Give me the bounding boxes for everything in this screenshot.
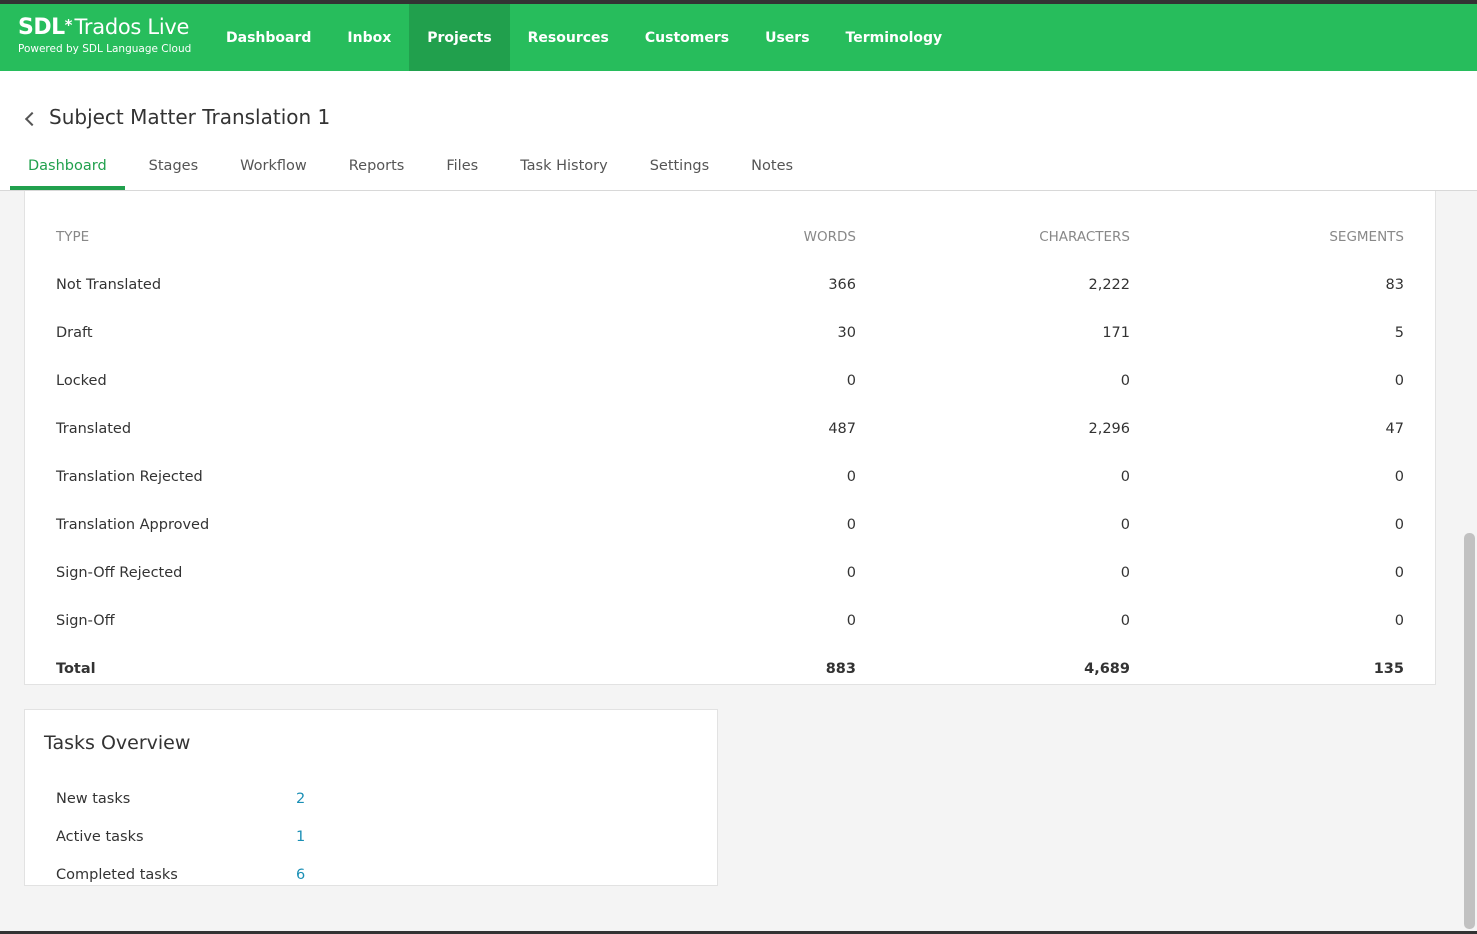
cell-type: Draft <box>56 325 93 341</box>
table-row: Locked 0 0 0 <box>25 357 1437 405</box>
task-count-active: Active tasks 1 <box>56 817 456 855</box>
tab-workflow[interactable]: Workflow <box>222 155 325 190</box>
nav-terminology[interactable]: Terminology <box>828 4 961 71</box>
tasks-overview-card: Tasks Overview New tasks 2 Active tasks … <box>24 709 718 886</box>
cell-words: 0 <box>846 565 856 581</box>
cell-segments: 0 <box>1394 565 1404 581</box>
statistics-table: TYPE WORDS CHARACTERS SEGMENTS Not Trans… <box>24 191 1436 685</box>
logo-wordmark: SDL*Trados Live <box>18 14 191 41</box>
tab-notes[interactable]: Notes <box>733 155 811 190</box>
task-label: Active tasks <box>56 829 144 845</box>
cell-segments: 5 <box>1394 325 1404 341</box>
total-words: 883 <box>825 661 856 677</box>
task-count-new: New tasks 2 <box>56 779 456 817</box>
total-segments: 135 <box>1373 661 1404 677</box>
tasks-overview-title: Tasks Overview <box>44 732 191 754</box>
cell-words: 366 <box>828 277 856 293</box>
table-total-row: Total 883 4,689 135 <box>25 645 1437 693</box>
column-header-type: TYPE <box>56 229 90 245</box>
cell-segments: 0 <box>1394 373 1404 389</box>
cell-characters: 2,296 <box>1088 421 1130 437</box>
cell-type: Sign-Off <box>56 613 115 629</box>
cell-segments: 47 <box>1385 421 1404 437</box>
cell-characters: 171 <box>1102 325 1130 341</box>
project-tabs: Dashboard Stages Workflow Reports Files … <box>10 155 817 191</box>
logo-star-icon: * <box>64 16 73 34</box>
total-label: Total <box>56 661 96 677</box>
sdl-trados-live-logo[interactable]: SDL*Trados Live Powered by SDL Language … <box>18 14 191 56</box>
top-navigation-bar: SDL*Trados Live Powered by SDL Language … <box>0 4 1477 71</box>
nav-inbox[interactable]: Inbox <box>329 4 409 71</box>
cell-type: Sign-Off Rejected <box>56 565 183 581</box>
task-label: Completed tasks <box>56 867 178 883</box>
nav-dashboard[interactable]: Dashboard <box>208 4 329 71</box>
table-row: Draft 30 171 5 <box>25 309 1437 357</box>
back-chevron-icon[interactable] <box>22 108 40 130</box>
nav-customers[interactable]: Customers <box>627 4 747 71</box>
cell-characters: 0 <box>1120 565 1130 581</box>
table-row: Sign-Off 0 0 0 <box>25 597 1437 645</box>
table-row: Translation Rejected 0 0 0 <box>25 453 1437 501</box>
tab-files[interactable]: Files <box>428 155 496 190</box>
cell-type: Translation Rejected <box>56 469 203 485</box>
page-title: Subject Matter Translation 1 <box>49 105 331 129</box>
main-nav: Dashboard Inbox Projects Resources Custo… <box>208 4 960 71</box>
table-header-row: TYPE WORDS CHARACTERS SEGMENTS <box>25 213 1437 261</box>
cell-type: Not Translated <box>56 277 162 293</box>
column-header-words: WORDS <box>803 229 856 245</box>
total-characters: 4,689 <box>1084 661 1130 677</box>
cell-characters: 0 <box>1120 469 1130 485</box>
table-row: Sign-Off Rejected 0 0 0 <box>25 549 1437 597</box>
cell-words: 0 <box>846 373 856 389</box>
cell-words: 0 <box>846 613 856 629</box>
table-row: Not Translated 366 2,222 83 <box>25 261 1437 309</box>
table-row: Translated 487 2,296 47 <box>25 405 1437 453</box>
tab-dashboard[interactable]: Dashboard <box>10 155 125 190</box>
task-count-link[interactable]: 2 <box>296 791 305 807</box>
column-header-characters: CHARACTERS <box>1039 229 1130 245</box>
tab-stages[interactable]: Stages <box>131 155 216 190</box>
task-count-link[interactable]: 6 <box>296 867 305 883</box>
logo-product-name: Trados Live <box>74 15 190 39</box>
logo-sdl: SDL <box>18 15 65 40</box>
nav-resources[interactable]: Resources <box>510 4 627 71</box>
cell-characters: 0 <box>1120 517 1130 533</box>
cell-type: Translated <box>56 421 132 437</box>
tab-reports[interactable]: Reports <box>331 155 423 190</box>
cell-type: Translation Approved <box>56 517 210 533</box>
cell-words: 487 <box>828 421 856 437</box>
cell-characters: 2,222 <box>1088 277 1130 293</box>
task-count-completed: Completed tasks 6 <box>56 855 456 893</box>
cell-segments: 83 <box>1385 277 1404 293</box>
nav-projects[interactable]: Projects <box>409 4 510 71</box>
project-header: Subject Matter Translation 1 Dashboard S… <box>0 71 1477 191</box>
cell-words: 0 <box>846 469 856 485</box>
cell-segments: 0 <box>1394 613 1404 629</box>
tab-task-history[interactable]: Task History <box>502 155 626 190</box>
cell-words: 30 <box>837 325 856 341</box>
tab-settings[interactable]: Settings <box>632 155 727 190</box>
cell-characters: 0 <box>1120 373 1130 389</box>
cell-segments: 0 <box>1394 517 1404 533</box>
cell-characters: 0 <box>1120 613 1130 629</box>
table-row: Translation Approved 0 0 0 <box>25 501 1437 549</box>
cell-words: 0 <box>846 517 856 533</box>
vertical-scrollbar-thumb[interactable] <box>1464 533 1475 929</box>
task-label: New tasks <box>56 791 131 807</box>
nav-users[interactable]: Users <box>747 4 827 71</box>
cell-segments: 0 <box>1394 469 1404 485</box>
logo-tagline: Powered by SDL Language Cloud <box>18 43 192 55</box>
column-header-segments: SEGMENTS <box>1329 229 1404 245</box>
task-count-link[interactable]: 1 <box>296 829 305 845</box>
cell-type: Locked <box>56 373 107 389</box>
